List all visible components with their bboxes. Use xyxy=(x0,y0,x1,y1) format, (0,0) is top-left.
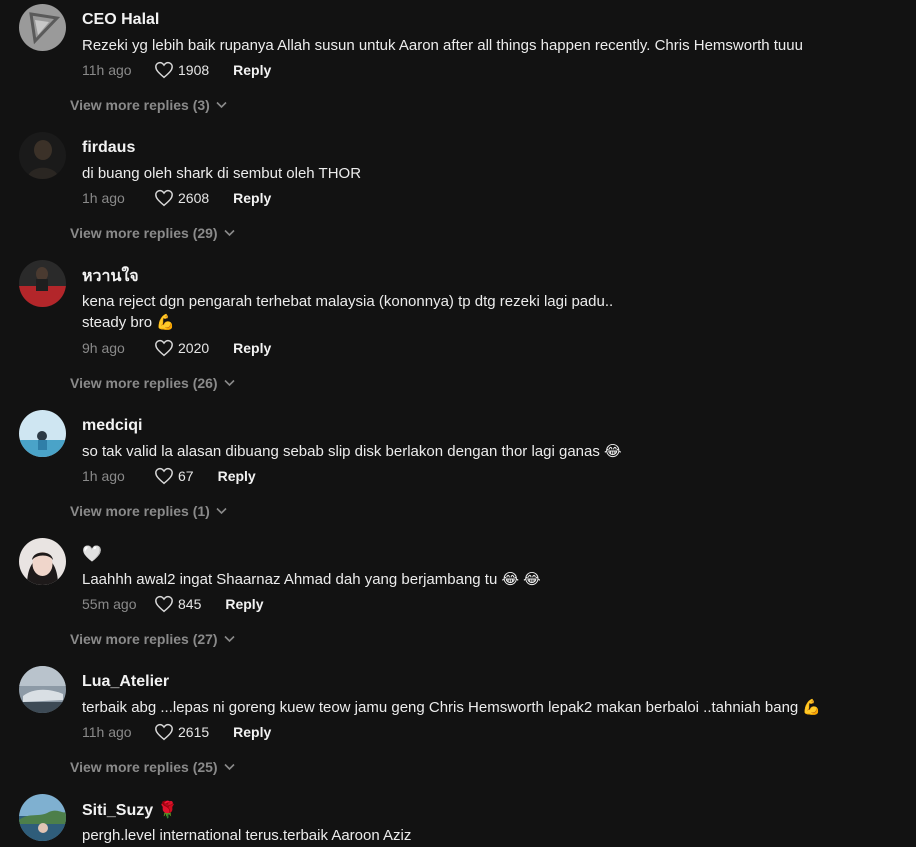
chevron-down-icon xyxy=(216,507,227,515)
view-more-label: View more replies (29) xyxy=(70,225,218,241)
comment-text-line: steady bro 💪 xyxy=(82,314,175,331)
comment-username[interactable]: หวานใจ xyxy=(82,266,139,286)
avatar[interactable] xyxy=(19,4,66,51)
like-button[interactable]: 2020 xyxy=(154,339,209,357)
comment-list: CEO Halal Rezeki yg lebih baik rupanya A… xyxy=(0,0,916,847)
comment-text-line: terbaik abg ...lepas ni goreng kuew teow… xyxy=(82,699,822,716)
heart-icon xyxy=(155,189,173,207)
reply-button[interactable]: Reply xyxy=(225,596,263,612)
comment-item: Lua_Atelier terbaik abg ...lepas ni gore… xyxy=(0,662,916,790)
view-more-replies[interactable]: View more replies (3) xyxy=(70,97,227,113)
comment-item: medciqi so tak valid la alasan dibuang s… xyxy=(0,406,916,534)
comment-meta: 9h ago 2020 Reply xyxy=(82,337,271,359)
chevron-down-icon xyxy=(224,763,235,771)
comment-text-line: kena reject dgn pengarah terhebat malays… xyxy=(82,293,614,310)
comment-meta: 1h ago 2608 Reply xyxy=(82,187,271,209)
avatar[interactable] xyxy=(19,410,66,457)
avatar[interactable] xyxy=(19,132,66,179)
comment-text: pergh.level international terus.terbaik … xyxy=(82,825,411,846)
avatar[interactable] xyxy=(19,260,66,307)
comment-item: 🤍 Laahhh awal2 ingat Shaarnaz Ahmad dah … xyxy=(0,534,916,662)
comment-time: 1h ago xyxy=(82,190,125,206)
like-count: 2615 xyxy=(178,724,210,740)
chevron-down-icon xyxy=(224,229,235,237)
view-more-replies[interactable]: View more replies (26) xyxy=(70,375,235,391)
comment-text-line: di buang oleh shark di sembut oleh THOR xyxy=(82,165,362,182)
view-more-replies[interactable]: View more replies (25) xyxy=(70,759,235,775)
like-button[interactable]: 67 xyxy=(154,467,194,485)
comment-time: 11h ago xyxy=(82,62,132,78)
like-count: 2608 xyxy=(178,190,210,206)
comment-text: kena reject dgn pengarah terhebat malays… xyxy=(82,291,613,333)
comment-username[interactable]: medciqi xyxy=(82,416,142,436)
like-button[interactable]: 2608 xyxy=(154,189,209,207)
comment-username[interactable]: Lua_Atelier xyxy=(82,672,169,692)
comment-username[interactable]: Siti_Suzy 🌹 xyxy=(82,800,178,820)
comment-item: firdaus di buang oleh shark di sembut ol… xyxy=(0,128,916,256)
reply-button[interactable]: Reply xyxy=(218,468,256,484)
reply-button[interactable]: Reply xyxy=(233,724,271,740)
like-count: 2020 xyxy=(178,340,210,356)
like-count: 67 xyxy=(178,468,194,484)
reply-button[interactable]: Reply xyxy=(233,190,271,206)
reply-button[interactable]: Reply xyxy=(233,340,271,356)
comment-username[interactable]: CEO Halal xyxy=(82,10,159,30)
avatar[interactable] xyxy=(19,538,66,585)
like-count: 845 xyxy=(178,596,202,612)
comment-text: Rezeki yg lebih baik rupanya Allah susun… xyxy=(82,35,803,56)
heart-icon xyxy=(155,595,173,613)
chevron-down-icon xyxy=(216,101,227,109)
heart-icon xyxy=(155,723,173,741)
comment-time: 11h ago xyxy=(82,724,132,740)
like-button[interactable]: 1908 xyxy=(154,61,209,79)
comment-username[interactable]: firdaus xyxy=(82,138,135,158)
heart-icon xyxy=(155,339,173,357)
view-more-replies[interactable]: View more replies (1) xyxy=(70,503,227,519)
comment-item: CEO Halal Rezeki yg lebih baik rupanya A… xyxy=(0,0,916,128)
comment-meta: 1h ago 67 Reply xyxy=(82,465,256,487)
comment-time: 1h ago xyxy=(82,468,125,484)
like-count: 1908 xyxy=(178,62,210,78)
comment-item: Siti_Suzy 🌹 pergh.level international te… xyxy=(0,790,916,847)
avatar[interactable] xyxy=(19,794,66,841)
comment-text-line: pergh.level international terus.terbaik … xyxy=(82,827,412,844)
like-button[interactable]: 845 xyxy=(154,595,201,613)
comment-meta: 11h ago 2615 Reply xyxy=(82,721,271,743)
comment-time: 55m ago xyxy=(82,596,137,612)
view-more-replies[interactable]: View more replies (29) xyxy=(70,225,235,241)
comment-text: di buang oleh shark di sembut oleh THOR xyxy=(82,163,361,184)
chevron-down-icon xyxy=(224,379,235,387)
comment-text-line: Laahhh awal2 ingat Shaarnaz Ahmad dah ya… xyxy=(82,571,541,588)
comment-text-line: Rezeki yg lebih baik rupanya Allah susun… xyxy=(82,37,803,54)
view-more-label: View more replies (26) xyxy=(70,375,218,391)
comment-text: Laahhh awal2 ingat Shaarnaz Ahmad dah ya… xyxy=(82,569,541,590)
view-more-label: View more replies (27) xyxy=(70,631,218,647)
comment-item: หวานใจ kena reject dgn pengarah terhebat… xyxy=(0,256,916,391)
heart-icon xyxy=(155,61,173,79)
view-more-label: View more replies (25) xyxy=(70,759,218,775)
view-more-label: View more replies (1) xyxy=(70,503,210,519)
comment-meta: 11h ago 1908 Reply xyxy=(82,59,271,81)
reply-button[interactable]: Reply xyxy=(233,62,271,78)
comment-time: 9h ago xyxy=(82,340,125,356)
comment-username[interactable]: 🤍 xyxy=(82,544,102,564)
comment-text: terbaik abg ...lepas ni goreng kuew teow… xyxy=(82,697,821,718)
chevron-down-icon xyxy=(224,635,235,643)
heart-icon xyxy=(155,467,173,485)
comment-meta: 55m ago 845 Reply xyxy=(82,593,263,615)
comment-text-line: so tak valid la alasan dibuang sebab sli… xyxy=(82,443,622,460)
view-more-replies[interactable]: View more replies (27) xyxy=(70,631,235,647)
comment-text: so tak valid la alasan dibuang sebab sli… xyxy=(82,441,622,462)
view-more-label: View more replies (3) xyxy=(70,97,210,113)
avatar[interactable] xyxy=(19,666,66,713)
like-button[interactable]: 2615 xyxy=(154,723,209,741)
